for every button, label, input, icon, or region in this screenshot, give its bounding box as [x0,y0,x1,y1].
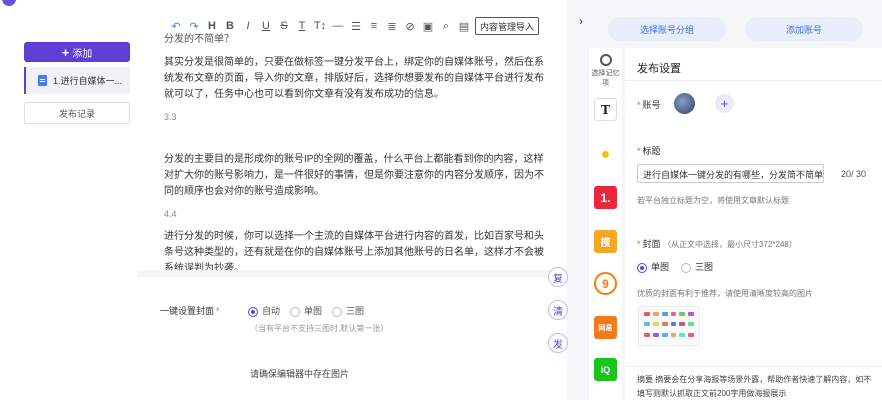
cover-type-single[interactable]: 单图 [637,260,669,273]
cover-type-triple[interactable]: 三图 [681,260,713,273]
cover-option-triple[interactable]: 三图 [332,304,364,317]
copy-button[interactable]: 复 [548,267,568,287]
article-list-item[interactable]: 1.进行自媒体一... [24,67,130,94]
plus-icon: + [61,44,70,60]
floating-actions: 复 清 发 [548,267,572,366]
publish-settings: 发布设置 * 账号 + * 标题 进行自媒体一键分发的有哪些，分发简不简单 20/ … [625,48,882,400]
clear-button[interactable]: 清 [548,300,568,320]
paragraph: 进行分发的时候，你可以选择一个主流的自媒体平台进行内容的首发，比如百家号和头条号… [164,231,544,270]
publish-history-button[interactable]: 发布记录 [24,102,130,124]
document-icon [38,75,47,86]
editor-content[interactable]: 分发的不简单？ 其实分发是很简单的，只要在做标签一键分发平台上，绑定你的自媒体账… [164,34,549,270]
cover-field-label: * 封面 （从正文中选择，最小尺寸372*248） [637,239,797,249]
gear-icon [599,54,612,66]
cover-note: 请确保编辑器中存在图片 [250,369,350,379]
add-account-plus-icon[interactable]: + [715,94,734,113]
cover-label: 一键设置封面 * [160,306,220,316]
account-label: * 账号 [637,100,661,110]
title-input[interactable]: 进行自媒体一键分发的有哪些，分发简不简单 [637,164,824,183]
radio-icon [681,262,692,273]
radio-icon [332,306,343,317]
platform-list: 选择记忆项 T ● 1. 搜 9 网易 iQ [589,48,622,400]
cover-hint: （当有平台不支持三图时,默认第一张） [250,324,389,333]
account-avatar[interactable] [674,93,695,114]
cover-type-options: 单图 三图 [637,260,713,273]
paragraph: 分发的主要目的是形成你的账号IP的全网的覆盖，什么平台上都能看到你的内容，这样对… [164,154,544,197]
right-top-bar: › 选择账号分组 添加账号 [575,0,882,46]
cover-option-single[interactable]: 单图 [290,304,322,317]
add-label: 添加 [72,48,93,60]
platform-wangyi-icon[interactable]: 网易 [594,316,617,339]
platform-iqiyi-icon[interactable]: iQ [594,358,617,381]
radio-checked-icon [637,262,647,273]
paragraph: 其实分发是很简单的，只要在做标签一键分发平台上，绑定你的自媒体账号，然后在系统发… [164,57,544,100]
platform-toutiao-icon[interactable]: T [594,98,617,121]
settings-title: 发布设置 [637,63,681,75]
abstract-text: 摘要 摘要会在分享海报等场景外露，帮助作者快速了解内容，如不填写则默认抓取正文前… [637,375,872,398]
platform-yidian-icon[interactable]: 1. [594,186,617,209]
cover-option-auto[interactable]: 自动 [248,304,280,317]
remember-selection[interactable]: 选择记忆项 [589,54,622,88]
partial-line: 分发的不简单？ [164,34,234,45]
platform-qq-icon[interactable]: ● [594,143,617,166]
article-title: 1.进行自媒体一... [53,76,123,86]
platform-dayu-icon[interactable]: 9 [594,272,617,295]
radio-checked-icon [248,306,258,317]
section-number: 3.3 [164,112,177,122]
title-hint: 若平台独立标题为空，将使用文章默认标题 [637,196,789,205]
publish-button[interactable]: 发 [548,333,568,353]
platform-sohu-icon[interactable]: 搜 [594,230,617,253]
chevron-right-icon[interactable]: › [579,14,583,28]
app-logo [2,0,16,6]
section-number: 4.4 [164,209,177,219]
cover-options: 自动 单图 三图 [248,304,364,317]
radio-icon [290,306,301,317]
cover-settings-panel: 一键设置封面 * 自动 单图 三图 （当有平台不支持三图时,默认第一张） 请确保编… [137,277,567,400]
cover-thumbnail[interactable] [638,306,700,346]
title-label: * 标题 [637,146,661,156]
editor[interactable]: ↶ ↷ H B I U S T T↕ — ☰ ≡ ≣ ⊘ ▣ ⌕ ▤ 内容管理导… [137,0,567,270]
title-counter: 20/ 30 [841,169,867,179]
cover-quality-hint: 优质的封面有利于推荐，请使用清晰度较高的图片 [637,289,813,298]
left-panel: + 添加 1.进行自媒体一... 发布记录 [0,0,137,400]
select-account-group-button[interactable]: 选择账号分组 [608,17,726,41]
add-account-button[interactable]: 添加账号 [745,17,863,41]
add-article-button[interactable]: + 添加 [24,42,130,62]
